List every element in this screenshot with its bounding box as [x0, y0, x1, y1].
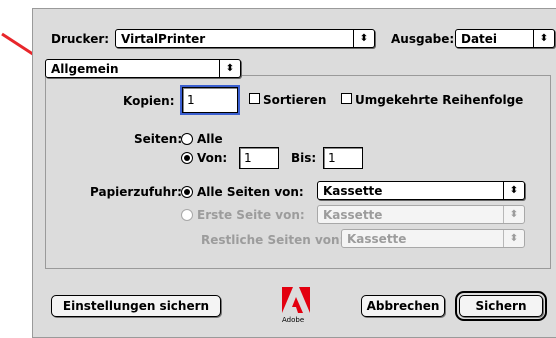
save-settings-button[interactable]: Einstellungen sichern [51, 295, 221, 317]
output-select-value: Datei [461, 31, 498, 46]
reverse-order-label: Umgekehrte Reihenfolge [355, 93, 524, 107]
section-select[interactable]: Allgemein ⬍ [45, 59, 241, 78]
first-page-from-radio[interactable] [181, 209, 193, 221]
all-pages-from-radio[interactable] [181, 186, 193, 198]
pages-all-radio[interactable] [181, 133, 193, 145]
pages-all-label: Alle [197, 132, 223, 146]
pages-from-input[interactable]: 1 [239, 147, 279, 169]
pages-to-label: Bis: [291, 151, 317, 165]
adobe-logo-icon [282, 287, 310, 313]
save-settings-button-label: Einstellungen sichern [62, 299, 210, 313]
output-label: Ausgabe: [391, 32, 455, 46]
print-dialog: Drucker: VirtalPrinter ⬍ Ausgabe: Datei … [32, 8, 556, 338]
first-page-from-label: Erste Seite von: [197, 208, 305, 222]
pages-label: Seiten: [134, 132, 183, 146]
popup-arrows-icon: ⬍ [219, 60, 240, 77]
printer-label: Drucker: [51, 32, 110, 46]
printer-select-value: VirtalPrinter [121, 31, 206, 46]
save-button-label: Sichern [475, 299, 527, 313]
save-button[interactable]: Sichern [455, 291, 547, 321]
popup-arrows-icon: ⬍ [503, 230, 524, 247]
cancel-button-label: Abbrechen [366, 299, 440, 313]
copies-label: Kopien: [123, 94, 175, 108]
copies-input-value: 1 [187, 93, 195, 107]
section-select-value: Allgemein [51, 61, 119, 76]
paper-source-label: Papierzufuhr: [90, 185, 182, 199]
all-pages-from-label: Alle Seiten von: [197, 185, 304, 199]
copies-input[interactable]: 1 [180, 85, 240, 115]
first-page-source-value: Kassette [323, 207, 383, 222]
pages-to-input[interactable]: 1 [323, 147, 363, 169]
popup-arrows-icon: ⬍ [353, 30, 374, 47]
all-pages-source-value: Kassette [323, 183, 383, 198]
popup-arrows-icon: ⬍ [503, 182, 524, 199]
pages-from-value: 1 [244, 151, 252, 165]
adobe-logo: Adobe [278, 287, 314, 331]
adobe-logo-text: Adobe [282, 316, 305, 324]
remaining-pages-source-select[interactable]: Kassette ⬍ [341, 229, 525, 248]
popup-arrows-icon: ⬍ [533, 30, 554, 47]
collate-label: Sortieren [263, 93, 327, 107]
first-page-source-select[interactable]: Kassette ⬍ [317, 205, 525, 224]
pages-to-value: 1 [328, 151, 336, 165]
all-pages-source-select[interactable]: Kassette ⬍ [317, 181, 525, 200]
cancel-button[interactable]: Abbrechen [361, 295, 445, 317]
remaining-pages-source-value: Kassette [347, 231, 407, 246]
remaining-pages-label: Restliche Seiten von: [201, 233, 345, 247]
output-select[interactable]: Datei ⬍ [455, 29, 555, 48]
popup-arrows-icon: ⬍ [503, 206, 524, 223]
pages-from-radio[interactable] [181, 152, 193, 164]
collate-checkbox[interactable] [249, 93, 260, 104]
pages-from-label: Von: [197, 151, 228, 165]
reverse-order-checkbox[interactable] [341, 93, 352, 104]
printer-select[interactable]: VirtalPrinter ⬍ [115, 29, 375, 48]
